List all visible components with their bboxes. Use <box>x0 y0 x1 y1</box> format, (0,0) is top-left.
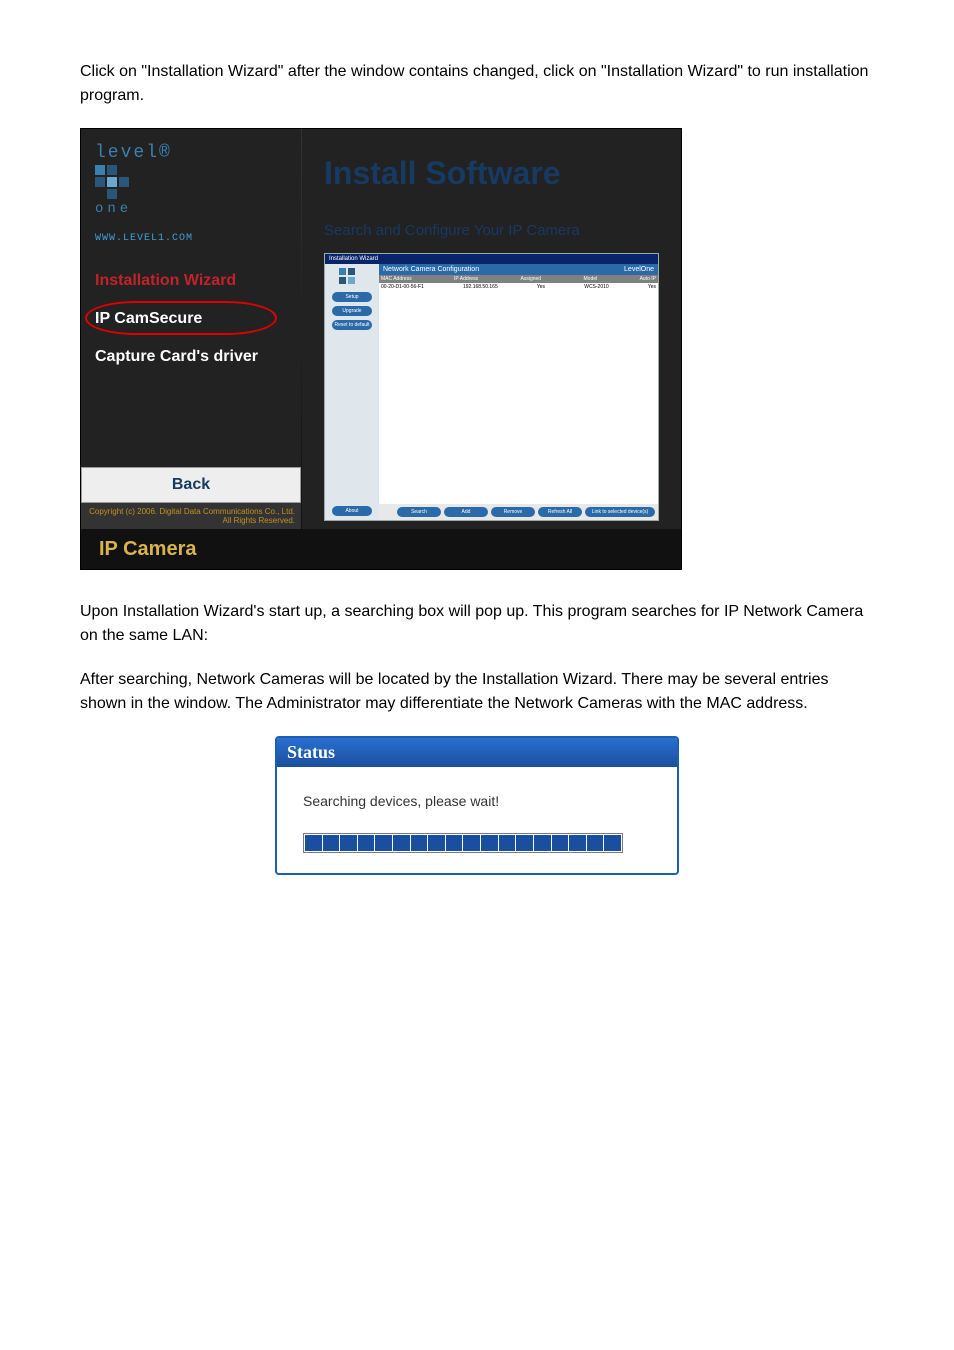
mini-upgrade-button[interactable]: Upgrade <box>332 306 372 316</box>
progress-segment <box>481 835 498 851</box>
mini-data-row[interactable]: 00-20-D1-00-56-F1 192.168.50.165 Yes WCS… <box>379 283 658 291</box>
mini-cell-assigned: Yes <box>537 284 545 290</box>
progress-segment <box>463 835 480 851</box>
mini-about-button[interactable]: About <box>332 506 372 516</box>
paragraph-1: Click on "Installation Wizard" after the… <box>80 60 874 108</box>
paragraph-3: After searching, Network Cameras will be… <box>80 668 874 716</box>
mini-header: Network Camera Configuration LevelOne <box>379 264 658 275</box>
mini-remove-button[interactable]: Remove <box>491 507 535 517</box>
progress-segment <box>411 835 428 851</box>
mini-col-assigned: Assigned <box>521 276 542 282</box>
mini-search-button[interactable]: Search <box>397 507 441 517</box>
mini-col-ip: IP Address <box>454 276 478 282</box>
mini-cell-model: WCS-2010 <box>584 284 608 290</box>
mini-window-title: Installation Wizard <box>325 254 658 264</box>
progress-segment <box>587 835 604 851</box>
progress-segment <box>393 835 410 851</box>
installer-sidebar: level® one WWW.LEVEL1.COM Installation W… <box>81 129 301 529</box>
progress-segment <box>305 835 322 851</box>
mini-setup-button[interactable]: Setup <box>332 292 372 302</box>
mini-col-model: Model <box>584 276 598 282</box>
install-software-title: Install Software <box>324 155 659 192</box>
sidebar-item-ip-camsecure[interactable]: IP CamSecure <box>81 300 301 338</box>
mini-sidebar: Setup Upgrade Reset to default About <box>325 264 379 520</box>
mini-bottom-bar: Search Add Remove Refresh All Link to se… <box>379 504 658 520</box>
mini-col-auto: Auto IP <box>640 276 656 282</box>
sidebar-item-capture-driver[interactable]: Capture Card's driver <box>81 338 301 376</box>
copyright-text: Copyright (c) 2006. Digital Data Communi… <box>81 503 301 529</box>
mini-logo-icon <box>339 268 365 288</box>
ip-camera-label: IP Camera <box>99 538 196 561</box>
status-message: Searching devices, please wait! <box>303 793 651 809</box>
progress-bar <box>303 833 623 853</box>
mini-cell-mac: 00-20-D1-00-56-F1 <box>381 284 424 290</box>
mini-preview-window: Installation Wizard Setup Upgrad <box>324 253 659 521</box>
mini-column-headers: MAC Address IP Address Assigned Model Au… <box>379 275 658 283</box>
paragraph-2: Upon Installation Wizard's start up, a s… <box>80 600 874 648</box>
progress-segment <box>552 835 569 851</box>
mini-col-mac: MAC Address <box>381 276 412 282</box>
sidebar-item-installation-wizard[interactable]: Installation Wizard <box>81 262 301 300</box>
progress-segment <box>569 835 586 851</box>
status-dialog: Status Searching devices, please wait! <box>275 736 679 875</box>
progress-segment <box>604 835 621 851</box>
mini-cell-ip: 192.168.50.165 <box>463 284 498 290</box>
installer-top: level® one WWW.LEVEL1.COM Installation W… <box>81 129 681 529</box>
installer-bottom-strip: IP Camera <box>81 529 681 569</box>
brand-url[interactable]: WWW.LEVEL1.COM <box>81 227 301 262</box>
install-software-subtitle: Search and Configure Your IP Camera <box>324 222 659 239</box>
status-title: Status <box>277 738 677 767</box>
sidebar-spacer <box>81 376 301 467</box>
brand-level-text: level® <box>95 143 287 163</box>
installer-window: level® one WWW.LEVEL1.COM Installation W… <box>80 128 682 570</box>
brand-squares-icon <box>95 165 287 199</box>
mini-header-brand: LevelOne <box>624 266 654 273</box>
mini-link-button[interactable]: Link to selected device(s) <box>585 507 655 517</box>
mini-reset-button[interactable]: Reset to default <box>332 320 372 330</box>
mini-header-text: Network Camera Configuration <box>383 266 479 273</box>
progress-segment <box>534 835 551 851</box>
progress-segment <box>499 835 516 851</box>
installer-content: Install Software Search and Configure Yo… <box>302 129 681 529</box>
brand-one-text: one <box>95 201 287 217</box>
mini-add-button[interactable]: Add <box>444 507 488 517</box>
status-body: Searching devices, please wait! <box>277 767 677 873</box>
mini-cell-auto: Yes <box>648 284 656 290</box>
brand-logo: level® one <box>81 143 301 227</box>
progress-segment <box>428 835 445 851</box>
progress-segment <box>375 835 392 851</box>
progress-segment <box>358 835 375 851</box>
back-button[interactable]: Back <box>81 467 301 503</box>
progress-segment <box>446 835 463 851</box>
progress-segment <box>323 835 340 851</box>
mini-main-panel: Network Camera Configuration LevelOne MA… <box>379 264 658 520</box>
progress-segment <box>516 835 533 851</box>
progress-segment <box>340 835 357 851</box>
mini-refresh-all-button[interactable]: Refresh All <box>538 507 582 517</box>
